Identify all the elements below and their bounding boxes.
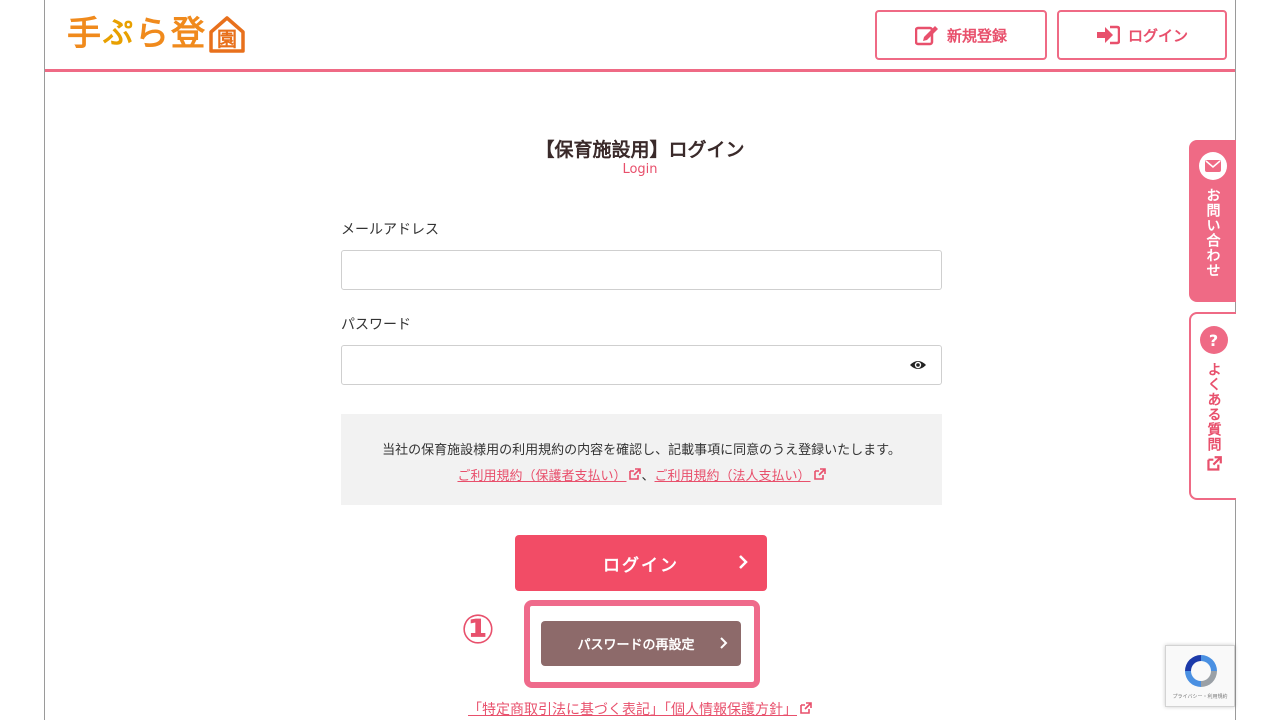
logo-char-1: 手	[67, 14, 101, 54]
logo[interactable]: 手 ぷ ら 登 園	[67, 12, 247, 56]
annotation-number: ①	[461, 607, 495, 653]
logo-char-3: ら	[135, 14, 169, 54]
side-tab-contact[interactable]: お問い合わせ	[1189, 140, 1236, 302]
chevron-right-icon	[720, 637, 728, 649]
email-field[interactable]	[341, 250, 942, 290]
external-link-icon	[800, 702, 812, 714]
email-label: メールアドレス	[341, 222, 439, 238]
recaptcha-text: プライバシー・利用規約	[1172, 694, 1228, 700]
chevron-right-icon	[739, 555, 748, 569]
logo-house-icon: 園	[207, 14, 247, 54]
terms-links: ご利用規約（保護者支払い） 、ご利用規約（法人支払い）	[341, 464, 942, 490]
page-title: 【保育施設用】ログイン	[535, 139, 745, 161]
external-link-icon	[813, 468, 826, 480]
page-subtitle: Login	[622, 162, 658, 177]
eye-icon[interactable]	[909, 356, 927, 374]
header-login-label: ログイン	[1127, 26, 1188, 45]
footer-link-privacy[interactable]: 「個人情報保護方針」	[664, 702, 812, 718]
contact-label: お問い合わせ	[1204, 188, 1221, 278]
recaptcha-icon	[1185, 655, 1217, 687]
envelope-icon	[1198, 152, 1227, 180]
page-frame: 手 ぷ ら 登 園 新規登録 ログイン 【保育施設用】ログイン Login メー…	[44, 0, 1236, 720]
terms-link-corporate[interactable]: ご利用規約（法人支払い）	[655, 468, 826, 484]
faq-label: よくある質問	[1205, 362, 1222, 452]
register-label: 新規登録	[946, 26, 1007, 45]
login-button-label: ログイン	[603, 555, 679, 575]
sign-in-icon	[1096, 25, 1120, 45]
footer-links: 「特定商取引法に基づく表記」「個人情報保護方針」	[45, 699, 1235, 719]
terms-box: 当社の保育施設様用の利用規約の内容を確認し、記載事項に同意のうえ登録いたします。…	[341, 414, 942, 505]
terms-link-guardian[interactable]: ご利用規約（保護者支払い）	[457, 468, 642, 484]
terms-text: 当社の保育施設様用の利用規約の内容を確認し、記載事項に同意のうえ登録いたします。	[382, 443, 901, 458]
password-label: パスワード	[341, 317, 411, 333]
terms-separator: 、	[641, 469, 655, 484]
password-reset-label: パスワードの再設定	[577, 637, 695, 652]
login-button[interactable]: ログイン	[515, 535, 767, 591]
register-button[interactable]: 新規登録	[875, 10, 1047, 60]
question-icon: ?	[1199, 326, 1228, 354]
site-header: 手 ぷ ら 登 園 新規登録 ログイン	[45, 0, 1235, 72]
password-field[interactable]	[341, 345, 942, 385]
logo-char-2: ぷ	[103, 16, 133, 51]
logo-char-4: 登	[171, 14, 205, 54]
side-tab-faq[interactable]: ? よくある質問	[1189, 312, 1236, 500]
recaptcha-badge[interactable]: プライバシー・利用規約	[1165, 645, 1235, 707]
password-reset-button[interactable]: パスワードの再設定	[541, 621, 741, 666]
external-link-icon	[629, 468, 642, 480]
edit-icon	[914, 26, 938, 46]
footer-link-commerce[interactable]: 「特定商取引法に基づく表記」	[468, 702, 664, 718]
logo-house-char: 園	[217, 27, 237, 51]
external-link-icon	[1206, 456, 1222, 471]
header-login-button[interactable]: ログイン	[1057, 10, 1227, 60]
